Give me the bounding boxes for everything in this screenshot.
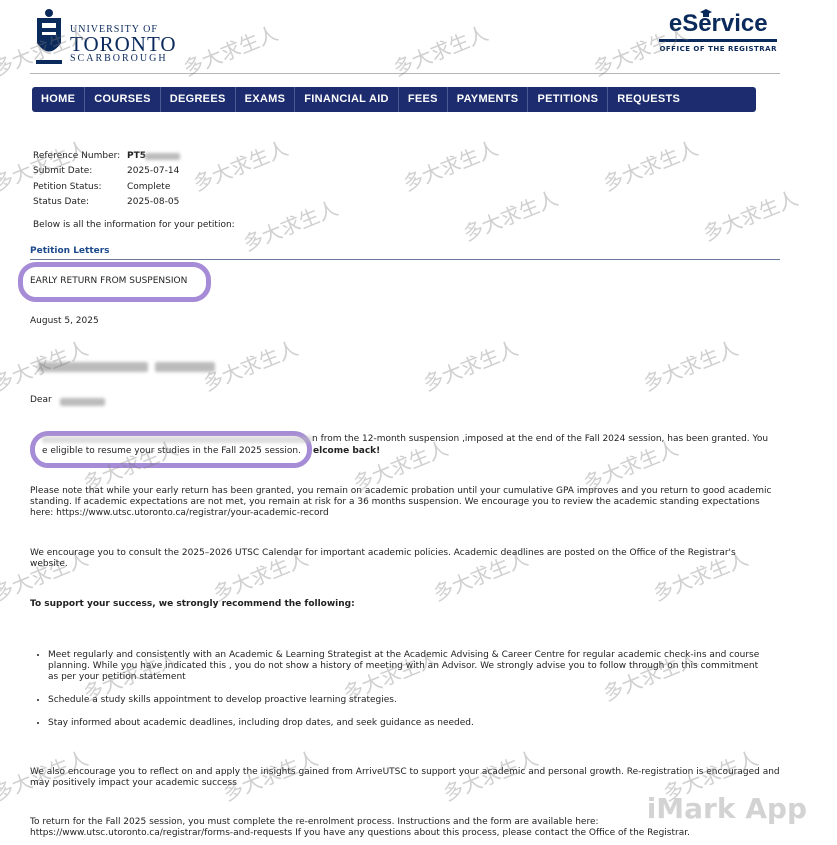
letter-salutation: Dear	[30, 395, 52, 405]
list-item: Schedule a study skills appointment to d…	[48, 695, 770, 706]
redacted-first-name	[60, 398, 105, 406]
nav-degrees[interactable]: DEGREES	[161, 87, 236, 112]
university-line3: SCARBOROUGH	[70, 53, 168, 64]
university-crest-logo	[36, 9, 62, 64]
watermark-text: 多大求生人	[639, 336, 742, 396]
reference-value: PT5	[127, 151, 146, 161]
redacted-reference	[145, 153, 180, 160]
letter-p1-b: e eligible to resume your studies in the…	[42, 446, 301, 456]
nav-requests[interactable]: REQUESTS	[608, 87, 689, 112]
header-divider	[30, 73, 780, 74]
letter-p1-a: n from the 12-month suspension ,imposed …	[312, 434, 769, 444]
section-divider	[30, 259, 780, 260]
watermark-text: 多大求生人	[399, 136, 502, 196]
letter-title: EARLY RETURN FROM SUSPENSION	[30, 276, 188, 286]
redacted-line	[42, 436, 312, 443]
watermark-text: 多大求生人	[699, 186, 802, 246]
watermark-text: 多大求生人	[419, 336, 522, 396]
letter-p3: We encourage you to consult the 2025–202…	[30, 548, 736, 569]
eservice-title: eService	[668, 10, 768, 37]
nav-petitions[interactable]: PETITIONS	[528, 87, 609, 112]
recommendation-list: Meet regularly and consistently with an …	[30, 650, 770, 741]
list-item: Meet regularly and consistently with an …	[48, 650, 770, 683]
university-wordmark: UNIVERSITY OF TORONTO SCARBOROUGH	[70, 24, 177, 64]
watermark-text: 多大求生人	[599, 136, 702, 196]
letter-p5: To return for the Fall 2025 session, you…	[30, 817, 690, 838]
petition-intro: Below is all the information for your pe…	[33, 220, 235, 230]
redacted-id	[155, 362, 215, 372]
letter-p2: Please note that while your early return…	[30, 486, 772, 518]
nav-home[interactable]: HOME	[32, 87, 86, 112]
letter-p1-c: elcome back!	[313, 446, 381, 456]
support-heading: To support your success, we strongly rec…	[30, 599, 355, 609]
watermark-text: 多大求生人	[459, 186, 562, 246]
eservice-divider	[659, 39, 777, 42]
submit-date-value: 2025-07-14	[127, 166, 180, 176]
nav-courses[interactable]: COURSES	[85, 87, 161, 112]
eservice-logo: eService OFFICE OF THE REGISTRAR	[659, 10, 777, 53]
main-nav-bar: HOME COURSES DEGREES EXAMS FINANCIAL AID…	[32, 87, 756, 112]
petition-status-value: Complete	[127, 182, 171, 192]
submit-date-label: Submit Date:	[33, 166, 93, 176]
nav-exams[interactable]: EXAMS	[236, 87, 296, 112]
eservice-subtitle: OFFICE OF THE REGISTRAR	[659, 45, 777, 53]
nav-payments[interactable]: PAYMENTS	[448, 87, 529, 112]
redacted-name	[38, 362, 148, 372]
letter-p4: We also encourage you to reflect on and …	[30, 767, 780, 788]
letter-date: August 5, 2025	[30, 316, 99, 326]
petition-letters-heading: Petition Letters	[30, 246, 110, 256]
nav-financial-aid[interactable]: FINANCIAL AID	[295, 87, 399, 112]
status-date-value: 2025-08-05	[127, 197, 180, 207]
petition-status-label: Petition Status:	[33, 182, 102, 192]
list-item: Stay informed about academic deadlines, …	[48, 718, 770, 729]
university-line2: TORONTO	[70, 32, 177, 56]
watermark-text: 多大求生人	[189, 136, 292, 196]
watermark-text: 多大求生人	[239, 196, 342, 256]
nav-fees[interactable]: FEES	[399, 87, 448, 112]
status-date-label: Status Date:	[33, 197, 90, 207]
graduation-cap-icon	[700, 9, 712, 17]
reference-label: Reference Number:	[33, 151, 121, 161]
